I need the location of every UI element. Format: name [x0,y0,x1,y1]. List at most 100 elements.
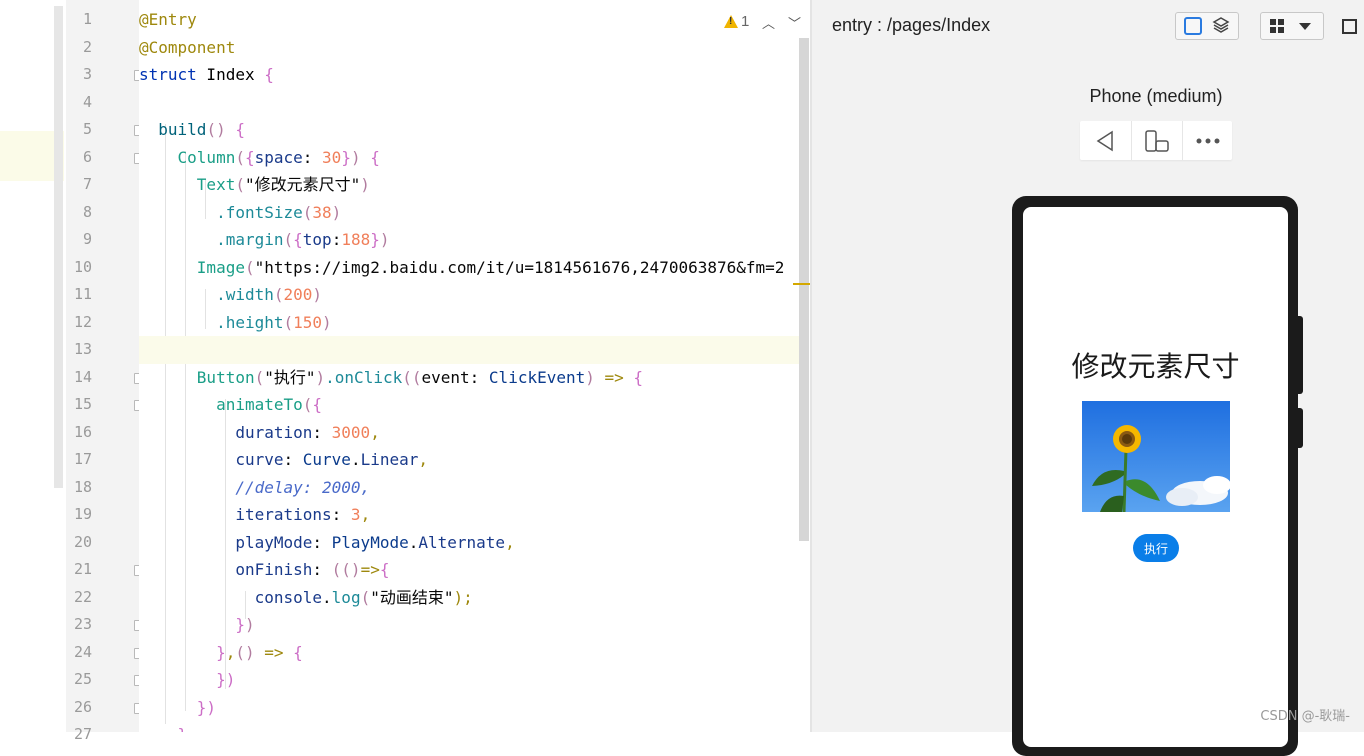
inspect-icon[interactable] [1184,17,1202,35]
rotate-button[interactable] [1131,121,1182,160]
code-editor[interactable]: @Entry @Component struct Index { build() {… [139,0,799,732]
code-token: 188 [341,230,371,249]
code-line[interactable]: playMode: PlayMode.Alternate, [139,529,799,557]
code-line[interactable]: //delay: 2000, [139,474,799,502]
code-line[interactable]: Image("https://img2.baidu.com/it/u=18145… [139,254,799,282]
code-line[interactable]: onFinish: (()=>{ [139,556,799,584]
line-number: 12 [73,312,92,331]
device-name: Phone (medium) [1089,86,1223,106]
code-token: animateTo [139,395,303,414]
code-token: .onClick [325,367,403,387]
code-line[interactable]: Column({space: 30}) { [139,144,799,172]
code-line[interactable]: struct Index { [139,61,799,89]
code-token: .margin [139,230,284,249]
code-token: , [505,532,515,552]
code-token: } [341,147,351,167]
code-token: iterations [139,505,332,524]
code-token: (() [331,560,361,579]
code-token: console [139,587,323,607]
code-token: : [469,367,489,387]
code-line[interactable]: }) [139,666,799,694]
warning-count[interactable]: 1 [741,13,749,30]
code-line[interactable] [139,336,799,364]
editor-scrollbar[interactable] [799,38,809,541]
code-token: ( [283,312,294,332]
code-token: ( [273,285,284,304]
code-line[interactable]: }) [139,611,799,639]
code-token: , [370,422,380,442]
chevron-down-icon[interactable]: ﹀ [788,13,801,32]
code-line[interactable]: animateTo({ [139,391,799,419]
code-token: top [302,230,332,249]
code-line[interactable]: .width(200) [139,281,799,309]
device-control-bar [1080,121,1232,160]
code-token: Alternate [418,532,506,552]
back-triangle-icon [1096,130,1113,151]
warning-marker[interactable] [793,283,810,285]
code-token: "https://img2.baidu.com/it/u=1814561676,… [254,257,785,277]
code-line[interactable]: @Component [139,34,799,62]
code-token: 150 [293,312,323,332]
rotate-device-icon [1145,129,1169,152]
code-line[interactable]: console.log("动画结束"); [139,584,799,612]
code-token: .fontSize [139,202,303,222]
code-token: 30 [322,147,342,167]
code-token: : [312,422,332,442]
code-token: => [360,560,380,579]
code-token: ( [302,202,313,222]
code-line[interactable]: @Entry [139,6,799,34]
line-number: 17 [73,450,92,468]
line-number: 19 [73,505,92,523]
line-number: 20 [73,532,92,551]
code-line[interactable]: curve: Curve.Linear, [139,446,799,474]
code-line[interactable]: .height(150) [139,309,799,337]
layers-icon[interactable] [1212,16,1230,39]
expand-icon[interactable] [1342,19,1357,34]
code-line[interactable]: Button("执行").onClick((event: ClickEvent)… [139,364,799,392]
code-token: ) [331,202,342,222]
code-line[interactable]: build() { [139,116,799,144]
line-number: 27 [73,725,92,743]
code-line[interactable] [139,89,799,117]
code-token: ( [235,147,245,167]
line-number: 5 [82,120,92,138]
code-token: ) [315,367,326,387]
code-token: () [235,642,265,662]
code-token: ); [453,587,473,607]
phone-side-button [1298,316,1303,394]
chevron-up-icon[interactable]: ︿ [762,13,775,32]
code-token: } [370,230,380,249]
code-line[interactable]: .fontSize(38) [139,199,799,227]
code-token: //delay: 2000, [139,477,371,497]
code-token: ( [235,175,245,194]
code-token: Text [139,175,236,194]
code-line[interactable]: } [139,721,799,732]
execute-button[interactable]: 执行 [1133,534,1179,562]
code-token: duration [139,422,313,442]
code-token: .height [139,312,284,332]
layout-dropdown[interactable] [1260,12,1324,40]
code-token: : [302,147,323,167]
line-number: 16 [73,422,92,441]
code-line[interactable]: }) [139,694,799,722]
code-line[interactable]: Text("修改元素尺寸") [139,171,799,199]
code-line[interactable]: .margin({top:188}) [139,226,799,254]
code-token: ) [585,367,605,387]
code-token: () [206,120,236,139]
code-line[interactable]: duration: 3000, [139,419,799,447]
line-number: 26 [73,697,92,716]
back-button[interactable] [1080,121,1130,160]
line-number: 2 [82,37,92,56]
left-scrollbar[interactable] [54,6,63,488]
code-line[interactable]: iterations: 3, [139,501,799,529]
more-button[interactable] [1182,121,1233,160]
code-token: ) [350,147,371,167]
code-line[interactable]: },() => { [139,639,799,667]
left-strip [0,0,64,732]
code-token: ( [254,367,265,387]
code-token: curve [139,450,284,469]
previewer-panel: entry : /pages/Index Phone (medium) 修改元素… [812,0,1364,756]
